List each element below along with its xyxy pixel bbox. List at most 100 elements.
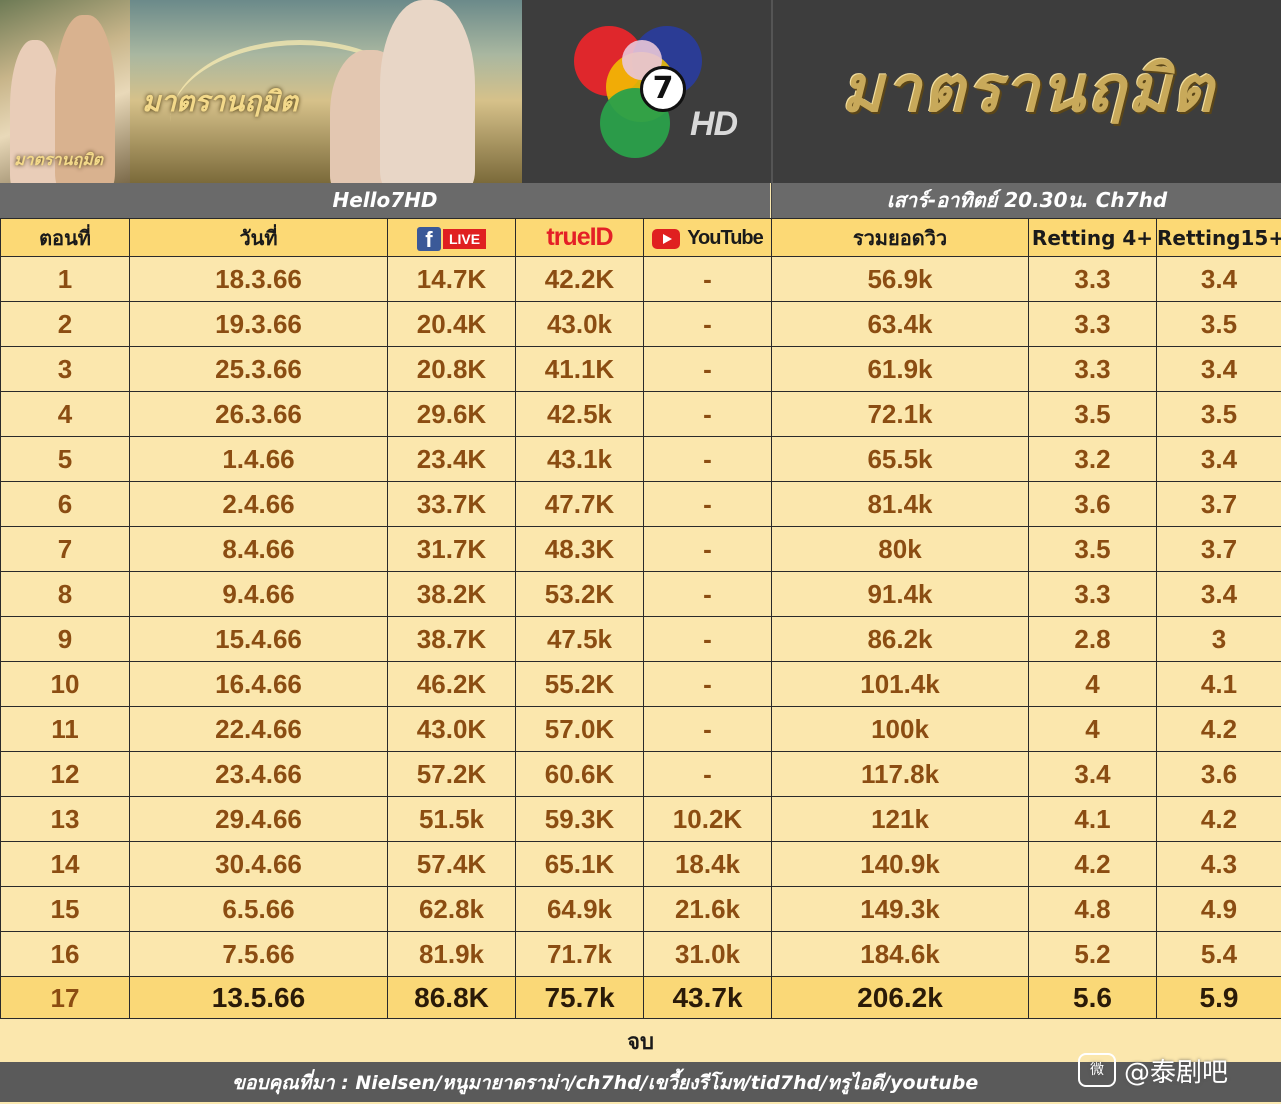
total-views-cell: 61.9k	[772, 347, 1029, 392]
date-cell: 25.3.66	[130, 347, 388, 392]
date-cell: 18.3.66	[130, 257, 388, 302]
facebook-views-cell: 38.7K	[388, 617, 516, 662]
date-cell: 6.5.66	[130, 887, 388, 932]
rating-4plus-cell: 3.3	[1029, 257, 1157, 302]
rating-15plus-cell: 3.4	[1157, 437, 1281, 482]
col-rating-4plus: Retting 4+	[1029, 219, 1157, 257]
rating-4plus-cell: 4.2	[1029, 842, 1157, 887]
live-badge: LIVE	[443, 229, 486, 249]
youtube-views-cell: -	[644, 437, 772, 482]
rating-4plus-cell: 4	[1029, 707, 1157, 752]
trueid-logo-icon: trueID	[546, 223, 612, 251]
header-banner: มาตรานฤมิต มาตรานฤมิต 7 HD มาตรานฤมิต	[0, 0, 1281, 183]
rating-15plus-cell: 3.5	[1157, 392, 1281, 437]
rating-4plus-cell: 3.2	[1029, 437, 1157, 482]
date-cell: 23.4.66	[130, 752, 388, 797]
rating-4plus-cell: 4	[1029, 662, 1157, 707]
facebook-views-cell: 31.7K	[388, 527, 516, 572]
date-cell: 1.4.66	[130, 437, 388, 482]
col-total-views: รวมยอดวิว	[772, 219, 1029, 257]
trueid-views-cell: 64.9k	[516, 887, 644, 932]
total-views-cell: 86.2k	[772, 617, 1029, 662]
table-row: 1713.5.6686.8K75.7k43.7k206.2k5.65.9	[1, 977, 1281, 1020]
table-header-row: ตอนที่ วันที่ fLIVE trueID YouTube รวมยอ…	[1, 219, 1281, 257]
trueid-views-cell: 57.0K	[516, 707, 644, 752]
episode-cell: 13	[1, 797, 130, 842]
col-date: วันที่	[130, 219, 388, 257]
weibo-watermark: 微 @泰剧吧	[1078, 1050, 1228, 1090]
rating-4plus-cell: 3.3	[1029, 572, 1157, 617]
youtube-views-cell: 18.4k	[644, 842, 772, 887]
episode-cell: 7	[1, 527, 130, 572]
youtube-views-cell: 43.7k	[644, 977, 772, 1020]
channel-hd-label: HD	[690, 105, 737, 144]
table-row: 156.5.6662.8k64.9k21.6k149.3k4.84.9	[1, 887, 1281, 932]
trueid-views-cell: 75.7k	[516, 977, 644, 1020]
episode-cell: 2	[1, 302, 130, 347]
facebook-views-cell: 29.6K	[388, 392, 516, 437]
trueid-views-cell: 60.6K	[516, 752, 644, 797]
trueid-views-cell: 42.2K	[516, 257, 644, 302]
rating-4plus-cell: 3.3	[1029, 302, 1157, 347]
episode-cell: 17	[1, 977, 130, 1020]
table-row: 1223.4.6657.2K60.6K-117.8k3.43.6	[1, 752, 1281, 797]
rating-4plus-cell: 3.3	[1029, 347, 1157, 392]
facebook-views-cell: 57.2K	[388, 752, 516, 797]
total-views-cell: 91.4k	[772, 572, 1029, 617]
youtube-views-cell: -	[644, 392, 772, 437]
trueid-views-cell: 43.1k	[516, 437, 644, 482]
channel7-hd-logo: 7 HD	[522, 0, 771, 183]
youtube-views-cell: -	[644, 617, 772, 662]
date-cell: 16.4.66	[130, 662, 388, 707]
facebook-views-cell: 20.4K	[388, 302, 516, 347]
table-row: 78.4.6631.7K48.3K-80k3.53.7	[1, 527, 1281, 572]
episode-cell: 14	[1, 842, 130, 887]
table-row: 219.3.6620.4K43.0k-63.4k3.33.5	[1, 302, 1281, 347]
rating-15plus-cell: 5.9	[1157, 977, 1281, 1020]
youtube-views-cell: -	[644, 752, 772, 797]
rating-15plus-cell: 4.2	[1157, 707, 1281, 752]
youtube-views-cell: -	[644, 257, 772, 302]
episode-cell: 15	[1, 887, 130, 932]
channel-number: 7	[640, 66, 686, 112]
date-cell: 30.4.66	[130, 842, 388, 887]
total-views-cell: 121k	[772, 797, 1029, 842]
date-cell: 9.4.66	[130, 572, 388, 617]
col-episode: ตอนที่	[1, 219, 130, 257]
trueid-views-cell: 65.1K	[516, 842, 644, 887]
date-cell: 13.5.66	[130, 977, 388, 1020]
youtube-views-cell: -	[644, 347, 772, 392]
facebook-views-cell: 51.5k	[388, 797, 516, 842]
rating-15plus-cell: 4.2	[1157, 797, 1281, 842]
rating-15plus-cell: 4.3	[1157, 842, 1281, 887]
facebook-views-cell: 86.8K	[388, 977, 516, 1020]
total-views-cell: 72.1k	[772, 392, 1029, 437]
facebook-views-cell: 62.8k	[388, 887, 516, 932]
table-row: 915.4.6638.7K47.5k-86.2k2.83	[1, 617, 1281, 662]
rating-4plus-cell: 5.6	[1029, 977, 1157, 1020]
show-title-logo: มาตรานฤมิต	[771, 0, 1281, 183]
rating-4plus-cell: 5.2	[1029, 932, 1157, 977]
ratings-table: ตอนที่ วันที่ fLIVE trueID YouTube รวมยอ…	[0, 218, 1281, 1020]
rating-4plus-cell: 2.8	[1029, 617, 1157, 662]
rating-4plus-cell: 3.6	[1029, 482, 1157, 527]
facebook-views-cell: 14.7K	[388, 257, 516, 302]
rating-4plus-cell: 4.8	[1029, 887, 1157, 932]
date-cell: 29.4.66	[130, 797, 388, 842]
ratings-infographic: มาตรานฤมิต มาตรานฤมิต 7 HD มาตรานฤมิต He…	[0, 0, 1281, 1102]
episode-cell: 8	[1, 572, 130, 617]
total-views-cell: 100k	[772, 707, 1029, 752]
youtube-views-cell: 31.0k	[644, 932, 772, 977]
episode-cell: 5	[1, 437, 130, 482]
total-views-cell: 80k	[772, 527, 1029, 572]
youtube-play-icon	[652, 229, 680, 249]
trueid-views-cell: 53.2K	[516, 572, 644, 617]
total-views-cell: 149.3k	[772, 887, 1029, 932]
col-youtube: YouTube	[644, 219, 772, 257]
total-views-cell: 63.4k	[772, 302, 1029, 347]
date-cell: 19.3.66	[130, 302, 388, 347]
table-row: 1430.4.6657.4K65.1K18.4k140.9k4.24.3	[1, 842, 1281, 887]
youtube-views-cell: 21.6k	[644, 887, 772, 932]
youtube-views-cell: -	[644, 527, 772, 572]
rating-4plus-cell: 3.4	[1029, 752, 1157, 797]
